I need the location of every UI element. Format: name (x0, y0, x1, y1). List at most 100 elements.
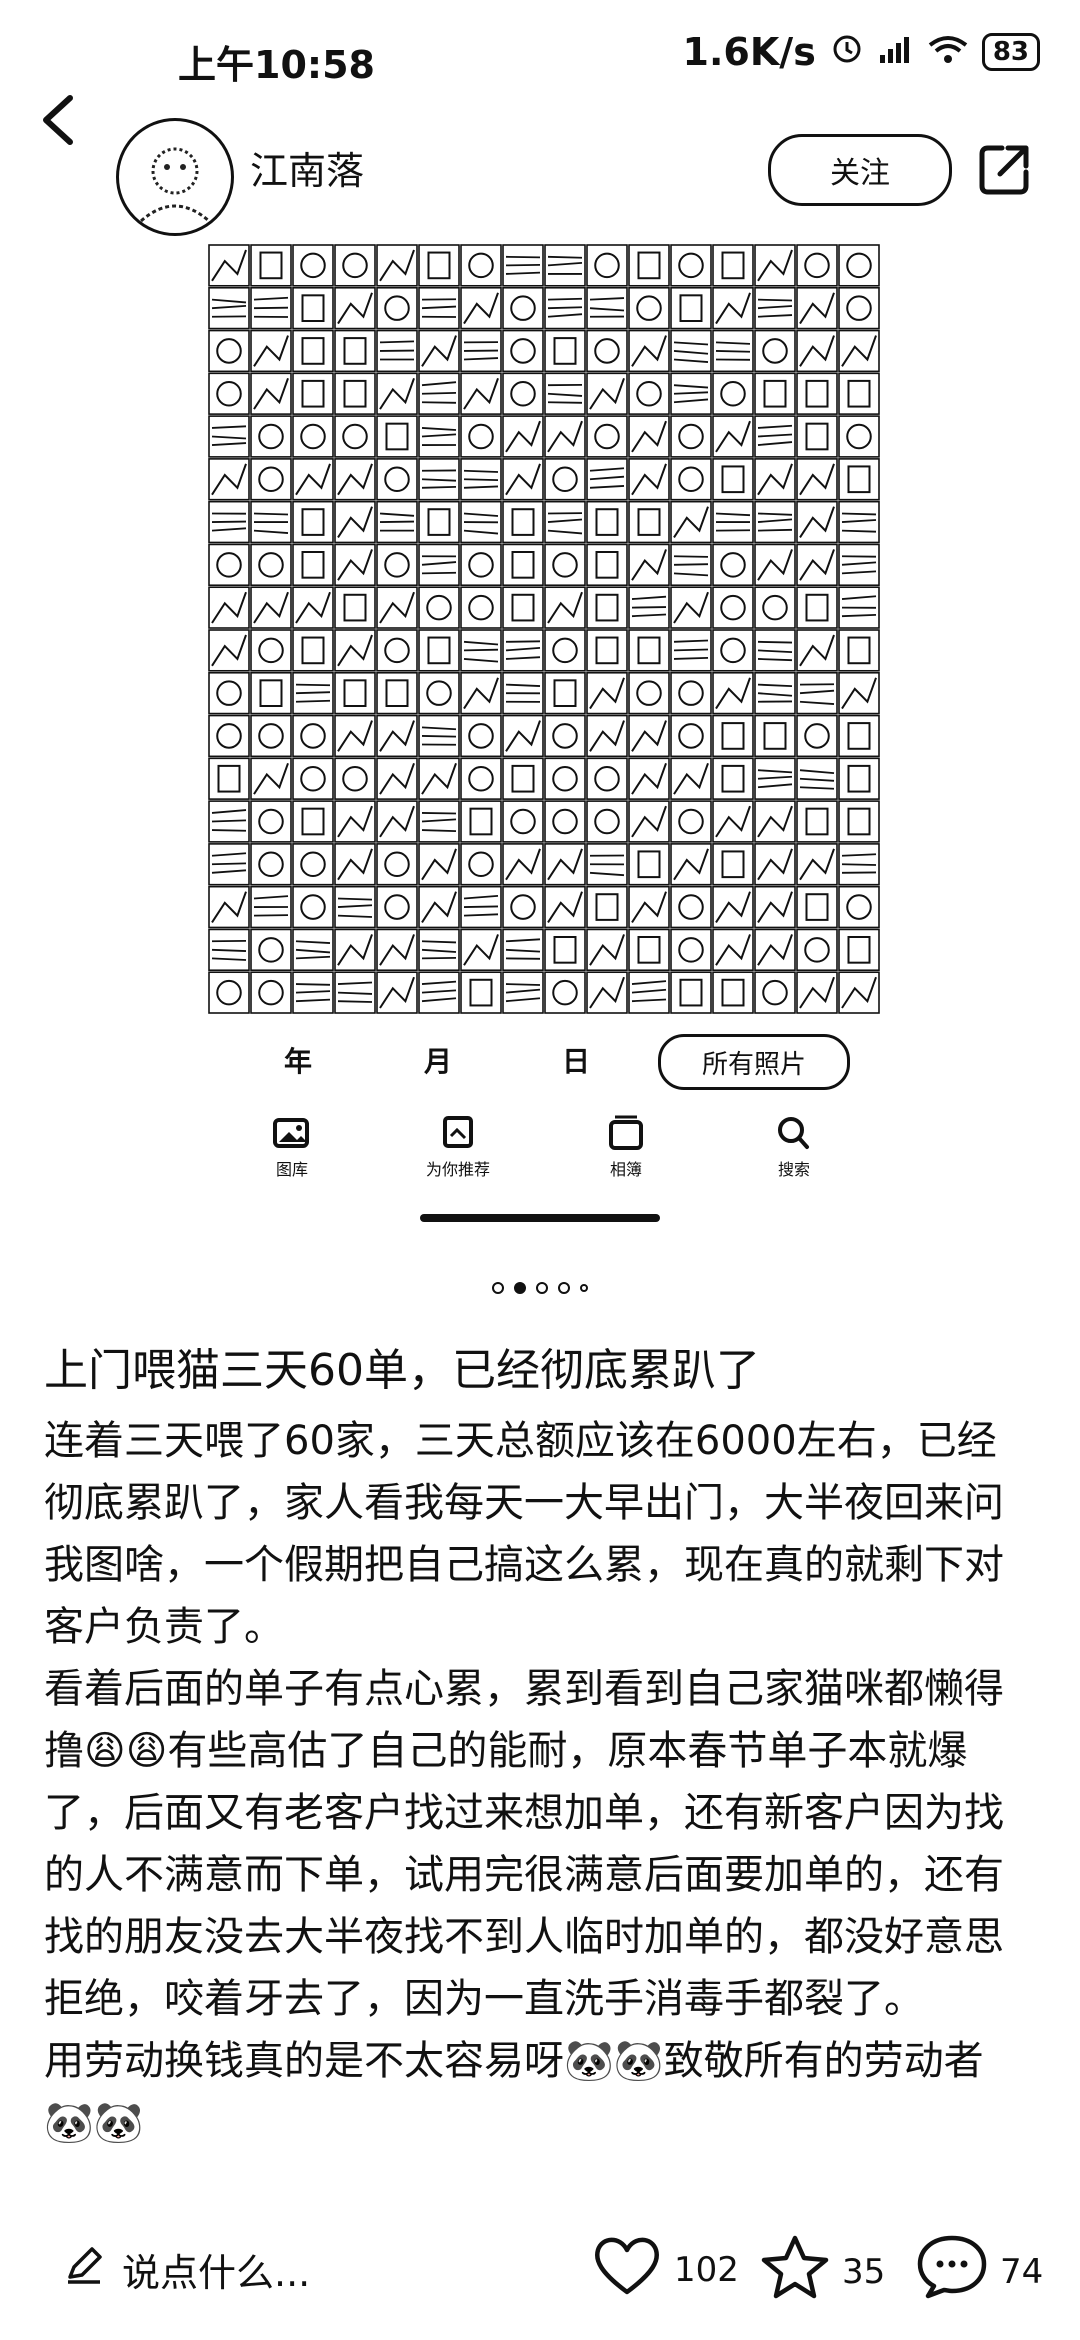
photo-thumbnail (670, 586, 712, 629)
tab-search[interactable]: 搜索 (734, 1114, 854, 1180)
photo-thumbnail (334, 757, 376, 800)
photo-thumbnail (838, 843, 880, 886)
photo-thumbnail (418, 800, 460, 843)
photo-thumbnail (334, 244, 376, 287)
photo-thumbnail (796, 244, 838, 287)
photo-thumbnail (586, 372, 628, 415)
photo-thumbnail (460, 971, 502, 1014)
carousel-dot-active[interactable] (514, 1282, 526, 1294)
photo-thumbnail (628, 885, 670, 929)
photo-thumbnail (796, 885, 838, 929)
carousel-dot[interactable] (492, 1282, 504, 1294)
photo-thumbnail (376, 329, 418, 373)
photo-thumbnail (334, 415, 376, 458)
photo-thumbnail (460, 286, 502, 330)
tab-gallery[interactable]: 图库 (232, 1114, 352, 1180)
photo-thumbnail (208, 244, 250, 287)
photo-thumbnail (208, 971, 250, 1014)
photo-thumbnail (376, 800, 418, 843)
photo-thumbnail (544, 458, 586, 501)
photo-thumbnail (838, 329, 880, 373)
back-button[interactable] (38, 92, 78, 145)
photo-thumbnail (502, 500, 544, 544)
pencil-icon (64, 2245, 104, 2294)
photo-thumbnail (796, 843, 838, 886)
tab-albums[interactable]: 相簿 (566, 1114, 686, 1180)
photo-thumbnail (712, 757, 754, 800)
bottom-action-bar: 说点什么... 102 35 74 (0, 2220, 1080, 2320)
photo-thumbnail (670, 928, 712, 972)
photo-thumbnail (712, 629, 754, 672)
photo-thumbnail (754, 757, 796, 800)
photo-thumbnail (376, 971, 418, 1014)
favorite-button[interactable]: 35 (760, 2234, 885, 2309)
carousel-dot[interactable] (536, 1282, 548, 1294)
photo-thumbnail (502, 928, 544, 972)
photo-thumbnail (754, 714, 796, 758)
wifi-icon (928, 30, 968, 74)
photo-thumbnail (250, 843, 292, 886)
photo-thumbnail (376, 286, 418, 330)
photo-thumbnail (754, 543, 796, 587)
photo-thumbnail (838, 714, 880, 758)
photo-thumbnail (250, 885, 292, 929)
photo-thumbnail (628, 543, 670, 587)
photo-thumbnail (460, 372, 502, 415)
photo-thumbnail (628, 843, 670, 886)
carousel-dot[interactable] (580, 1284, 588, 1292)
photo-thumbnail (754, 244, 796, 287)
recommend-icon (398, 1114, 518, 1150)
all-photos-button[interactable]: 所有照片 (658, 1034, 850, 1090)
photo-thumbnail (796, 971, 838, 1014)
photo-thumbnail (628, 629, 670, 672)
photo-thumbnail (250, 800, 292, 843)
photo-mosaic[interactable] (208, 244, 880, 1014)
follow-button[interactable]: 关注 (768, 134, 952, 206)
photo-thumbnail (712, 244, 754, 287)
photo-thumbnail (544, 714, 586, 758)
photo-thumbnail (712, 329, 754, 373)
photo-thumbnail (334, 329, 376, 373)
comment-input[interactable]: 说点什么... (64, 2242, 310, 2297)
avatar[interactable] (116, 118, 234, 236)
photo-thumbnail (418, 928, 460, 972)
photo-thumbnail (796, 372, 838, 415)
photo-thumbnail (586, 671, 628, 715)
like-button[interactable]: 102 (592, 2234, 739, 2305)
photo-thumbnail (502, 329, 544, 373)
photo-thumbnail (586, 286, 628, 330)
photo-thumbnail (586, 843, 628, 886)
post-body: 连着三天喂了60家，三天总额应该在6000左右，已经彻底累趴了，家人看我每天一大… (44, 1410, 1024, 2154)
photo-thumbnail (376, 885, 418, 929)
favorite-count: 35 (842, 2251, 886, 2292)
photo-thumbnail (796, 415, 838, 458)
photo-thumbnail (208, 458, 250, 501)
photo-thumbnail (586, 885, 628, 929)
comments-button[interactable]: 74 (916, 2234, 1043, 2309)
photo-thumbnail (334, 971, 376, 1014)
tab-recommended[interactable]: 为你推荐 (398, 1114, 518, 1180)
photo-thumbnail (460, 843, 502, 886)
photo-thumbnail (460, 415, 502, 458)
photo-thumbnail (628, 244, 670, 287)
carousel-dots (0, 1282, 1080, 1294)
photo-thumbnail (376, 244, 418, 287)
photo-thumbnail (712, 500, 754, 544)
username[interactable]: 江南落 (250, 140, 364, 195)
photo-thumbnail (586, 971, 628, 1014)
photo-thumbnail (754, 458, 796, 501)
photo-thumbnail (628, 458, 670, 501)
photo-thumbnail (208, 885, 250, 929)
photo-thumbnail (250, 928, 292, 972)
photo-thumbnail (418, 629, 460, 672)
photo-thumbnail (502, 286, 544, 330)
share-icon[interactable] (978, 142, 1032, 196)
photo-thumbnail (670, 757, 712, 800)
post-paragraph: 看着后面的单子有点心累，累到看到自己家猫咪都懒得撸😩😩有些高估了自己的能耐，原本… (44, 1666, 1004, 2022)
photo-thumbnail (250, 286, 292, 330)
photo-thumbnail (712, 971, 754, 1014)
carousel-dot[interactable] (558, 1282, 570, 1294)
photo-thumbnail (502, 415, 544, 458)
photo-thumbnail (670, 286, 712, 330)
photo-thumbnail (544, 372, 586, 415)
